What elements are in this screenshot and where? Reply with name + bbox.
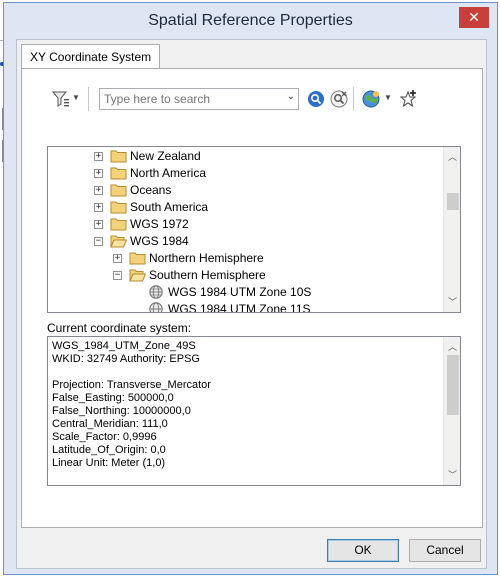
tree-item-label: WGS 1984 UTM Zone 10S	[168, 285, 312, 299]
cs-detail-line: WGS_1984_UTM_Zone_49S	[52, 340, 196, 352]
folder-icon	[129, 252, 146, 265]
expand-icon[interactable]: +	[113, 254, 122, 263]
favorite-add-icon[interactable]	[398, 89, 418, 109]
globe-icon	[149, 285, 163, 299]
chevron-down-icon[interactable]: ▼	[384, 93, 392, 102]
current-cs-details[interactable]: WGS_1984_UTM_Zone_49S WKID: 32749 Author…	[47, 336, 461, 486]
tree-item-label: Southern Hemisphere	[149, 268, 266, 282]
tree-item-label: North America	[130, 166, 207, 180]
folder-open-icon	[129, 269, 146, 282]
scroll-down-icon[interactable]: ﹀	[444, 294, 460, 311]
cs-detail-line: Central_Meridian: 111,0	[52, 418, 168, 430]
folder-open-icon	[110, 235, 127, 248]
chevron-down-icon[interactable]: ⌄	[287, 91, 295, 102]
tree-scrollbar[interactable]: ︿ ﹀	[443, 147, 460, 312]
expand-icon[interactable]: +	[94, 169, 103, 178]
scrollbar-thumb[interactable]	[447, 193, 459, 210]
collapse-icon[interactable]: −	[113, 271, 122, 280]
scrollbar-thumb[interactable]	[447, 355, 459, 415]
cancel-button[interactable]: Cancel	[409, 539, 481, 562]
search-field[interactable]: ⌄	[99, 88, 299, 110]
scroll-up-icon[interactable]: ︿	[444, 149, 460, 166]
window-title: Spatial Reference Properties	[148, 12, 353, 29]
tree-item-label: Oceans	[130, 183, 172, 197]
globe-icon	[149, 302, 163, 312]
tree-item-label: WGS 1984 UTM Zone 11S	[168, 302, 311, 313]
tree-item-label: Northern Hemisphere	[149, 251, 264, 265]
cs-detail-line: WKID: 32749 Authority: EPSG	[52, 353, 200, 365]
clear-search-icon[interactable]	[329, 89, 349, 109]
filter-icon[interactable]	[51, 89, 71, 109]
search-icon[interactable]	[306, 89, 326, 109]
close-button[interactable]: ✕	[459, 7, 489, 28]
tab-panel: ▼ ⌄ ▼	[21, 68, 483, 528]
cs-detail-line: False_Northing: 10000000,0	[52, 405, 191, 417]
tree-item-label: New Zealand	[130, 149, 201, 163]
cs-detail-line: False_Easting: 500000,0	[52, 392, 174, 404]
folder-icon	[110, 218, 127, 231]
toolbar-separator	[353, 87, 354, 111]
folder-icon	[110, 184, 127, 197]
folder-icon	[110, 150, 127, 163]
ok-button[interactable]: OK	[327, 539, 399, 562]
current-cs-label: Current coordinate system:	[47, 321, 192, 335]
folder-icon	[110, 201, 127, 214]
cs-detail-line: Projection: Transverse_Mercator	[52, 379, 211, 391]
spatial-reference-dialog: Spatial Reference Properties ✕ XY Coordi…	[3, 2, 498, 575]
scroll-up-icon[interactable]: ︿	[444, 339, 460, 356]
tree-item-label: WGS 1984	[130, 234, 189, 248]
chevron-down-icon[interactable]: ▼	[72, 93, 80, 102]
expand-icon[interactable]: +	[94, 186, 103, 195]
scroll-down-icon[interactable]: ﹀	[444, 467, 460, 484]
cs-detail-line: Linear Unit: Meter (1,0)	[52, 457, 166, 469]
collapse-icon[interactable]: −	[94, 237, 103, 246]
expand-icon[interactable]: +	[94, 220, 103, 229]
cs-detail-line: Scale_Factor: 0,9996	[52, 431, 157, 443]
folder-icon	[110, 167, 127, 180]
cs-detail-line: Latitude_Of_Origin: 0,0	[52, 444, 166, 456]
globe-icon[interactable]	[361, 89, 381, 109]
expand-icon[interactable]: +	[94, 152, 103, 161]
search-input[interactable]	[100, 89, 278, 109]
tree-item-label: WGS 1972	[130, 217, 189, 231]
details-scrollbar[interactable]: ︿ ﹀	[443, 337, 460, 485]
coordinate-system-tree[interactable]: + New Zealand + North America + Oceans +	[47, 146, 461, 313]
expand-icon[interactable]: +	[94, 203, 103, 212]
tab-xy-coordinate-system[interactable]: XY Coordinate System	[21, 44, 161, 69]
tree-item-label: South America	[130, 200, 209, 214]
dialog-content: XY Coordinate System ▼ ⌄	[16, 39, 487, 569]
title-bar[interactable]: Spatial Reference Properties ✕	[4, 3, 497, 38]
toolbar-separator	[88, 87, 89, 111]
